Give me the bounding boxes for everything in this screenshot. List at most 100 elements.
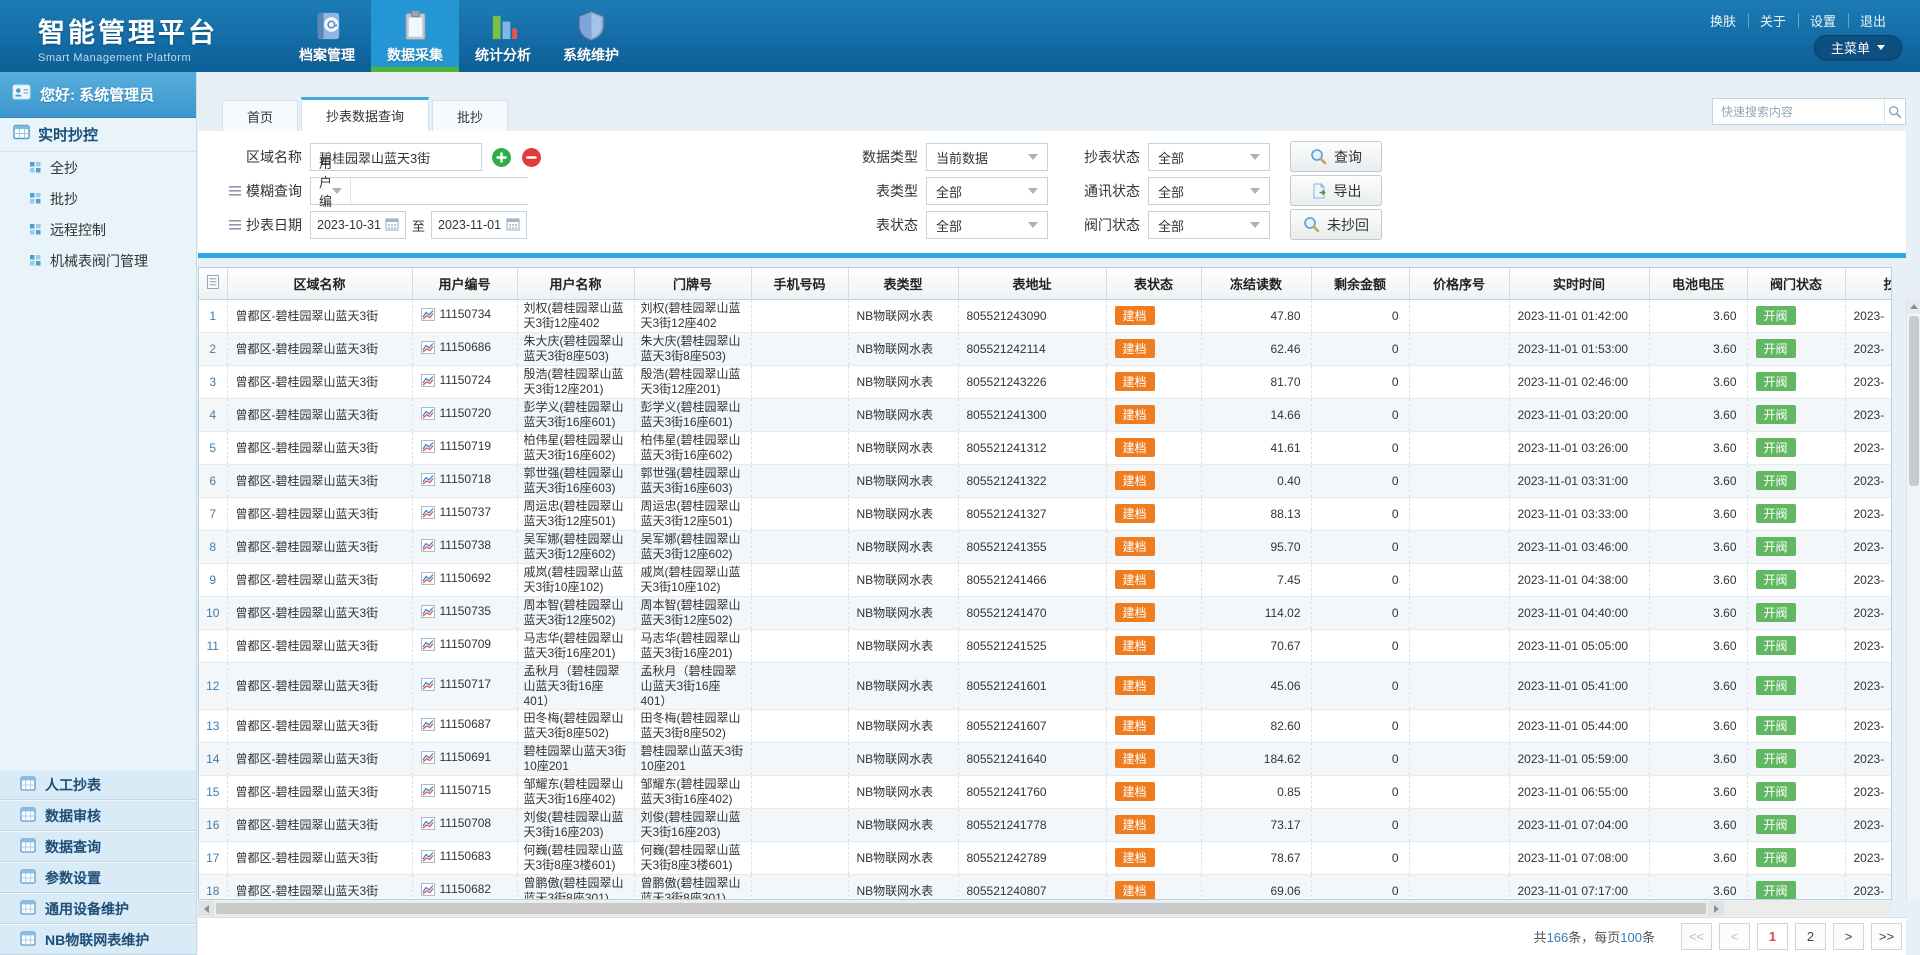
row-index: 3 — [199, 365, 227, 398]
table-row[interactable]: 1 曾都区-碧桂园翠山蓝天3街 11150734 刘权(碧桂园翠山蓝天3街12座… — [199, 299, 1892, 332]
col-realtime[interactable]: 实时时间 — [1509, 268, 1649, 299]
link-change-skin[interactable]: 换肤 — [1698, 11, 1748, 30]
remove-region-button[interactable] — [521, 147, 542, 168]
meter-status-badge: 建档 — [1115, 405, 1155, 424]
fuzzy-query-input[interactable] — [351, 178, 528, 204]
table-row[interactable]: 6 曾都区-碧桂园翠山蓝天3街 11150718 郭世强(碧桂园翠山蓝天3街16… — [199, 464, 1892, 497]
col-voltage[interactable]: 电池电压 — [1649, 268, 1747, 299]
col-price-no[interactable]: 价格序号 — [1409, 268, 1509, 299]
col-balance[interactable]: 剩余金额 — [1311, 268, 1409, 299]
vertical-scroll-thumb[interactable] — [1909, 316, 1919, 486]
table-row[interactable]: 7 曾都区-碧桂园翠山蓝天3街 11150737 周运忠(碧桂园翠山蓝天3街12… — [199, 497, 1892, 530]
query-button[interactable]: 查询 — [1290, 141, 1382, 172]
table-row[interactable]: 2 曾都区-碧桂园翠山蓝天3街 11150686 朱大庆(碧桂园翠山蓝天3街8座… — [199, 332, 1892, 365]
first-page-button[interactable]: << — [1681, 923, 1712, 950]
table-row[interactable]: 5 曾都区-碧桂园翠山蓝天3街 11150719 柏伟星(碧桂园翠山蓝天3街16… — [199, 431, 1892, 464]
sidebar-item-read-all[interactable]: 全抄 — [0, 152, 196, 183]
meter-type-select[interactable]: 全部 — [926, 177, 1048, 205]
table-row[interactable]: 16 曾都区-碧桂园翠山蓝天3街 11150708 刘俊(碧桂园翠山蓝天3街16… — [199, 808, 1892, 841]
menu-data-query[interactable]: 数据查询 — [0, 831, 196, 862]
nav-item-archive[interactable]: 档案管理 — [283, 0, 371, 72]
row-index: 7 — [199, 497, 227, 530]
col-frozen-reading[interactable]: 冻结读数 — [1201, 268, 1311, 299]
scroll-left-arrow[interactable] — [198, 901, 214, 916]
col-meter-status[interactable]: 表状态 — [1106, 268, 1201, 299]
meter-status-badge: 建档 — [1115, 537, 1155, 556]
comm-state-select[interactable]: 全部 — [1148, 177, 1270, 205]
cell-phone — [751, 464, 848, 497]
table-row[interactable]: 13 曾都区-碧桂园翠山蓝天3街 11150687 田冬梅(碧桂园翠山蓝天3街8… — [199, 709, 1892, 742]
col-door-no[interactable]: 门牌号 — [634, 268, 751, 299]
col-user-name[interactable]: 用户名称 — [517, 268, 634, 299]
tab-batch-read[interactable]: 批抄 — [432, 100, 508, 131]
meter-state-select[interactable]: 全部 — [926, 211, 1048, 239]
menu-nb-meter-maintenance[interactable]: NB物联网表维护 — [0, 924, 196, 955]
nav-item-statistics[interactable]: 统计分析 — [459, 0, 547, 72]
col-meter-addr[interactable]: 表地址 — [958, 268, 1106, 299]
sidebar-section-realtime-reading[interactable]: 实时抄控 — [0, 118, 196, 152]
table-row[interactable]: 11 曾都区-碧桂园翠山蓝天3街 11150709 马志华(碧桂园翠山蓝天3街1… — [199, 629, 1892, 662]
col-user-no[interactable]: 用户编号 — [412, 268, 517, 299]
menu-device-maintenance[interactable]: 通用设备维护 — [0, 893, 196, 924]
sidebar-item-mechanical-valve[interactable]: 机械表阀门管理 — [0, 245, 196, 276]
table-row[interactable]: 10 曾都区-碧桂园翠山蓝天3街 11150735 周本智(碧桂园翠山蓝天3街1… — [199, 596, 1892, 629]
tab-meter-data-query[interactable]: 抄表数据查询 — [301, 97, 429, 131]
calendar-icon[interactable] — [385, 217, 399, 234]
col-region[interactable]: 区域名称 — [227, 268, 412, 299]
next-page-button[interactable]: > — [1833, 923, 1864, 950]
nav-item-data-collect[interactable]: 数据采集 — [371, 0, 459, 72]
table-row[interactable]: 15 曾都区-碧桂园翠山蓝天3街 11150715 邹耀东(碧桂园翠山蓝天3街1… — [199, 775, 1892, 808]
col-phone[interactable]: 手机号码 — [751, 268, 848, 299]
valve-state-select[interactable]: 全部 — [1148, 211, 1270, 239]
menu-parameter-settings[interactable]: 参数设置 — [0, 862, 196, 893]
prev-page-button[interactable]: < — [1719, 923, 1750, 950]
add-region-button[interactable] — [491, 147, 512, 168]
sidebar-item-remote-control[interactable]: 远程控制 — [0, 214, 196, 245]
unread-button[interactable]: 未抄回 — [1290, 209, 1382, 240]
fuzzy-field-select[interactable]: 用户编号 — [311, 178, 351, 204]
table-row[interactable]: 8 曾都区-碧桂园翠山蓝天3街 11150738 吴军娜(碧桂园翠山蓝天3街12… — [199, 530, 1892, 563]
date-to-input[interactable]: 2023-11-01 — [431, 211, 527, 239]
sidebar-item-batch-read[interactable]: 批抄 — [0, 183, 196, 214]
page-1-button[interactable]: 1 — [1757, 923, 1788, 950]
scroll-up-arrow[interactable] — [1907, 299, 1920, 314]
col-read-time-clipped[interactable]: 抄 — [1845, 268, 1892, 299]
page-2-button[interactable]: 2 — [1795, 923, 1826, 950]
cell-frozen-reading: 184.62 — [1201, 742, 1311, 775]
menu-data-audit[interactable]: 数据审核 — [0, 800, 196, 831]
data-type-select[interactable]: 当前数据 — [926, 143, 1048, 171]
date-from-input[interactable]: 2023-10-31 — [310, 211, 406, 239]
calendar-icon[interactable] — [506, 217, 520, 234]
vertical-scrollbar[interactable] — [1906, 299, 1920, 900]
main-menu-button[interactable]: 主菜单 — [1814, 35, 1902, 60]
table-row[interactable]: 3 曾都区-碧桂园翠山蓝天3街 11150724 殷浩(碧桂园翠山蓝天3街12座… — [199, 365, 1892, 398]
link-about[interactable]: 关于 — [1748, 11, 1798, 30]
nav-item-maintenance[interactable]: 系统维护 — [547, 0, 635, 72]
quick-search-input[interactable] — [1713, 105, 1884, 119]
col-meter-type[interactable]: 表类型 — [848, 268, 958, 299]
squares-bullet-icon — [30, 160, 41, 176]
horizontal-scrollbar[interactable] — [198, 901, 1892, 916]
table-row[interactable]: 4 曾都区-碧桂园翠山蓝天3街 11150720 彭学义(碧桂园翠山蓝天3街16… — [199, 398, 1892, 431]
cell-user-name: 邹耀东(碧桂园翠山蓝天3街16座402) — [517, 775, 634, 808]
menu-manual-reading[interactable]: 人工抄表 — [0, 769, 196, 800]
table-row[interactable]: 17 曾都区-碧桂园翠山蓝天3街 11150683 何巍(碧桂园翠山蓝天3街8座… — [199, 841, 1892, 874]
cell-user-no: 11150717 — [412, 662, 517, 709]
table-row[interactable]: 9 曾都区-碧桂园翠山蓝天3街 11150692 戚岚(碧桂园翠山蓝天3街10座… — [199, 563, 1892, 596]
last-page-button[interactable]: >> — [1871, 923, 1902, 950]
tab-home[interactable]: 首页 — [222, 100, 298, 131]
export-button[interactable]: 导出 — [1290, 175, 1382, 206]
region-input[interactable]: 碧桂园翠山蓝天3街 — [310, 143, 482, 171]
link-settings[interactable]: 设置 — [1798, 11, 1848, 30]
search-icon[interactable] — [1884, 99, 1905, 124]
table-row[interactable]: 12 曾都区-碧桂园翠山蓝天3街 11150717 孟秋月（碧桂园翠山蓝天3街1… — [199, 662, 1892, 709]
scroll-right-arrow[interactable] — [1708, 901, 1724, 916]
read-state-select[interactable]: 全部 — [1148, 143, 1270, 171]
table-row[interactable]: 18 曾都区-碧桂园翠山蓝天3街 11150682 曾鹏傲(碧桂园翠山蓝天3街8… — [199, 874, 1892, 900]
col-valve-status[interactable]: 阀门状态 — [1747, 268, 1845, 299]
select-all-header[interactable] — [199, 268, 227, 299]
horizontal-scroll-thumb[interactable] — [216, 903, 1706, 914]
link-logout[interactable]: 退出 — [1848, 11, 1898, 30]
main-content: 首页 抄表数据查询 批抄 区域名称 碧桂园翠山蓝天3街 数据类型 当前数据 — [198, 72, 1920, 955]
table-row[interactable]: 14 曾都区-碧桂园翠山蓝天3街 11150691 碧桂园翠山蓝天3街10座20… — [199, 742, 1892, 775]
